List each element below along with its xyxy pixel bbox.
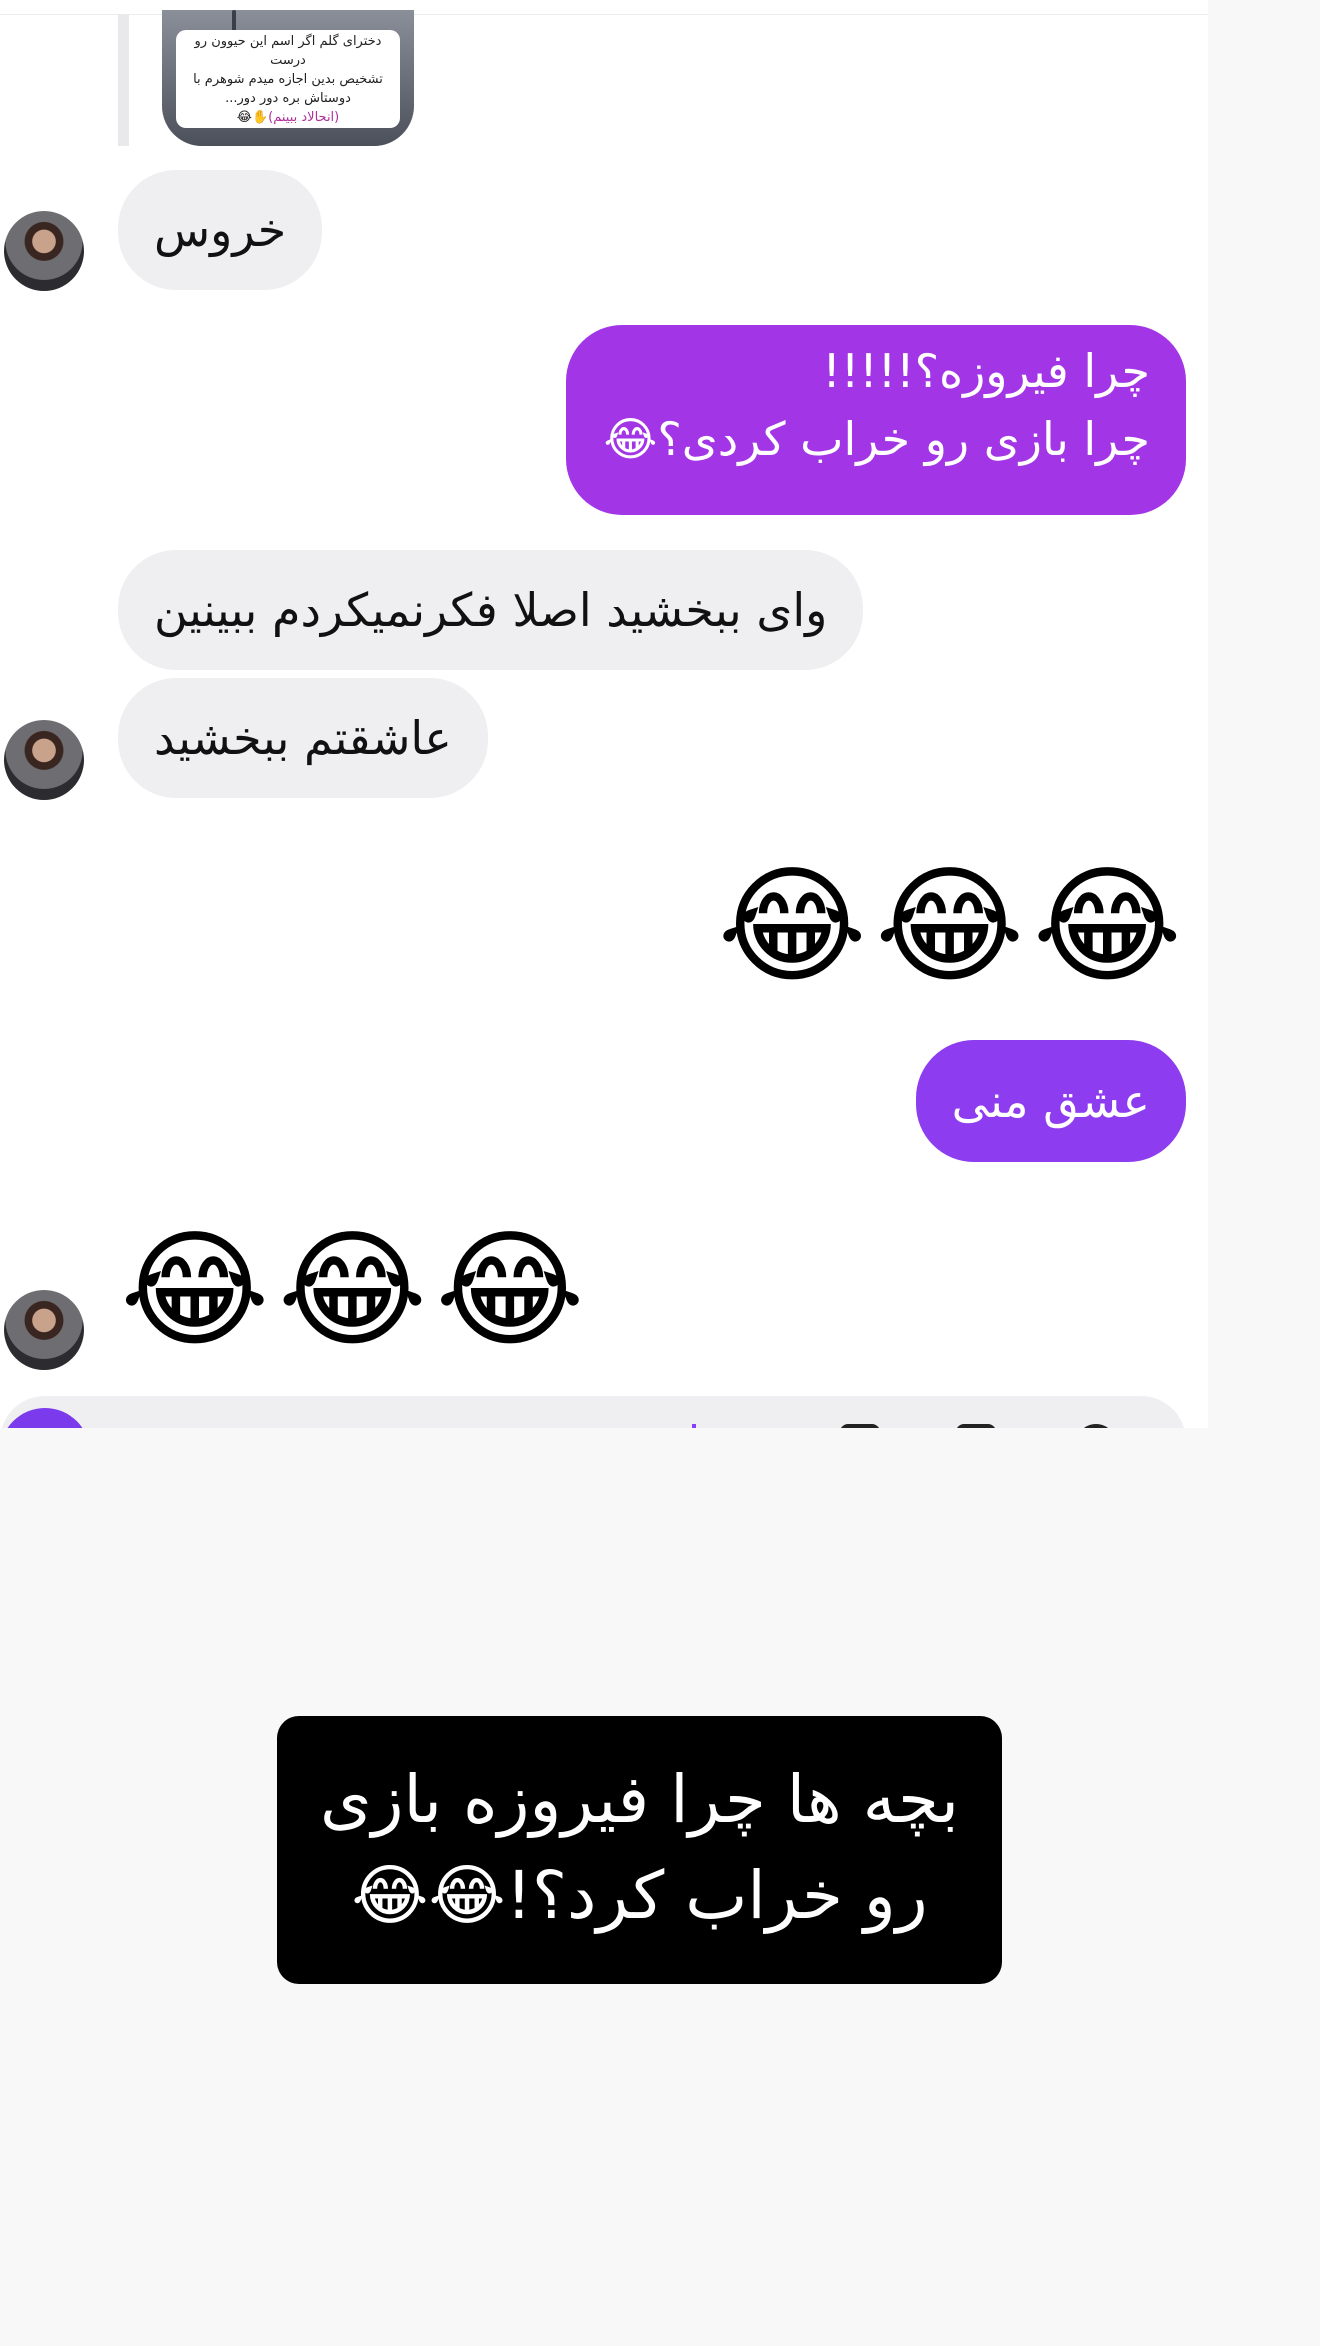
outgoing-message-bubble[interactable]: عشق منی bbox=[915, 1040, 1186, 1162]
story-text-card: دخترای گلم اگر اسم این حیوون رو درست تشخ… bbox=[176, 30, 400, 128]
story-emoji: ✋😂 bbox=[236, 110, 269, 125]
story-highlight-text: (انحالاد ببینم) bbox=[268, 110, 340, 125]
sticker-icon[interactable] bbox=[956, 1424, 996, 1428]
story-text-line: دخترای گلم اگر اسم این حیوون رو درست bbox=[194, 34, 382, 68]
story-text-line: دوستاش بره دور دور... bbox=[225, 91, 351, 106]
sender-avatar[interactable] bbox=[4, 720, 84, 800]
story-reply-thumbnail[interactable]: دخترای گلم اگر اسم این حیوون رو درست تشخ… bbox=[162, 10, 414, 146]
chat-screenshot: دخترای گلم اگر اسم این حیوون رو درست تشخ… bbox=[0, 0, 1208, 1428]
incoming-message-bubble[interactable]: خروس bbox=[118, 170, 323, 290]
story-text-line: (انحالاد ببینم)✋😂 bbox=[176, 108, 400, 127]
message-line: چرا فیروزه؟!!!!! bbox=[822, 344, 1150, 398]
incoming-message-bubble[interactable]: وای ببخشید اصلا فکرنمیکردم ببینین bbox=[118, 550, 864, 670]
gallery-icon[interactable] bbox=[840, 1424, 880, 1428]
story-text-line: تشخیص بدین اجازه میدم شوهرم با bbox=[193, 72, 383, 87]
sender-avatar[interactable] bbox=[4, 1290, 84, 1370]
caption-line: بچه ها چرا فیروزه بازی bbox=[320, 1761, 959, 1838]
reply-indicator-bar bbox=[118, 14, 129, 146]
caption-overlay: بچه ها چرا فیروزه بازی رو خراب کرد؟!😂😂 bbox=[277, 1716, 1002, 1984]
outgoing-message-bubble[interactable]: چرا فیروزه؟!!!!! چرا بازی رو خراب کردی؟😂 bbox=[566, 325, 1186, 515]
message-composer[interactable] bbox=[0, 1396, 1186, 1428]
text-cursor bbox=[692, 1424, 696, 1428]
outgoing-emoji-message[interactable]: 😂😂😂 bbox=[717, 852, 1190, 1002]
incoming-message-bubble[interactable]: عاشقتم ببخشید bbox=[118, 678, 488, 798]
sender-avatar[interactable] bbox=[4, 211, 84, 291]
story-image-detail bbox=[232, 10, 236, 32]
caption-line: رو خراب کرد؟!😂😂 bbox=[351, 1857, 928, 1934]
incoming-emoji-message[interactable]: 😂😂😂 bbox=[120, 1216, 593, 1366]
message-line: چرا بازی رو خراب کردی؟😂 bbox=[603, 412, 1150, 466]
